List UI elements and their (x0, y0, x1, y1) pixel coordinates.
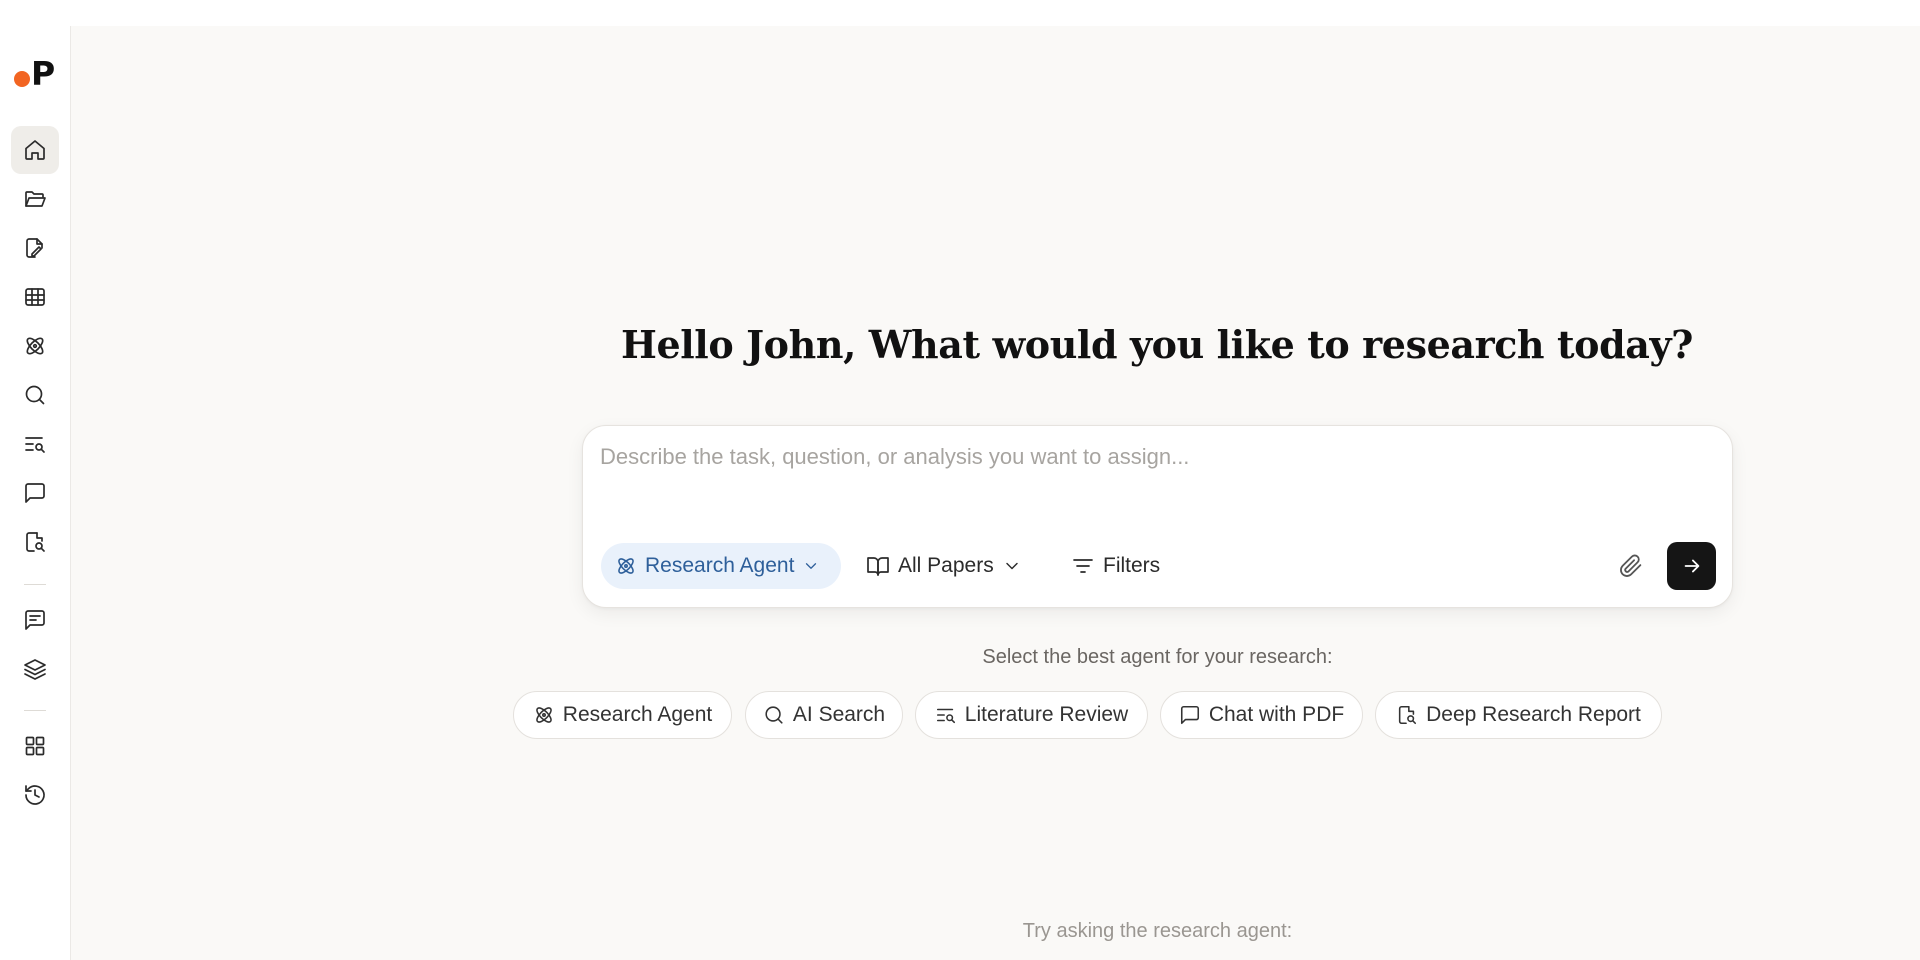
app-logo[interactable]: P (12, 56, 58, 96)
sidebar-item-deep-research-report[interactable] (11, 518, 59, 566)
agent-pill-label: Deep Research Report (1426, 703, 1641, 726)
top-strip (0, 0, 1920, 26)
message-square-icon (25, 483, 45, 503)
main-content: Hello John, What would you like to resea… (71, 26, 1920, 960)
agent-pill-literature-review[interactable]: Literature Review (915, 691, 1148, 739)
sidebar-item-layers[interactable] (11, 645, 59, 693)
book-open-icon (867, 557, 889, 576)
chevron-down-icon (806, 563, 817, 569)
attach-button[interactable] (1615, 550, 1647, 582)
sidebar-divider (24, 710, 46, 711)
sidebar-item-chat[interactable] (11, 469, 59, 517)
try-asking-prompt: Try asking the research agent: (1022, 920, 1293, 942)
search-icon (25, 385, 45, 405)
filter-lines-icon (1073, 559, 1093, 573)
page-title: Hello John, What would you like to resea… (620, 322, 1694, 367)
logo-dot (14, 71, 30, 87)
file-search-icon (1398, 705, 1417, 725)
message-square-text-icon (25, 610, 45, 630)
task-input[interactable] (600, 444, 1710, 514)
source-select[interactable]: All Papers (866, 543, 1022, 589)
paperclip-icon (1620, 554, 1642, 577)
sidebar: P (0, 26, 71, 960)
sidebar-item-home[interactable] (11, 126, 59, 174)
agent-select[interactable]: Research Agent (601, 543, 841, 589)
atom-icon (26, 337, 44, 355)
sidebar-item-folders[interactable] (11, 175, 59, 223)
sidebar-item-table[interactable] (11, 273, 59, 321)
search-icon (765, 706, 783, 724)
agent-pill-research-agent[interactable]: Research Agent (513, 691, 732, 739)
agent-pill-chat-with-pdf[interactable]: Chat with PDF (1160, 691, 1363, 739)
text-search-icon (936, 708, 955, 724)
filters-button[interactable]: Filters (1071, 543, 1160, 589)
layers-icon (24, 659, 46, 680)
agent-select-prompt: Select the best agent for your research: (982, 646, 1333, 668)
logo-letter: P (31, 54, 56, 93)
sidebar-item-edit-document[interactable] (11, 224, 59, 272)
table-icon (25, 288, 45, 306)
agent-pill-deep-research-report[interactable]: Deep Research Report (1375, 691, 1662, 739)
atom-icon (535, 707, 552, 723)
message-square-icon (1180, 705, 1199, 725)
agent-pill-label: Chat with PDF (1208, 703, 1345, 726)
agent-pill-ai-search[interactable]: AI Search (745, 691, 903, 739)
history-icon (25, 785, 45, 805)
sidebar-item-apps[interactable] (11, 722, 59, 770)
file-pen-icon (26, 238, 43, 258)
agent-pill-label: AI Search (792, 703, 886, 726)
sidebar-item-history[interactable] (11, 771, 59, 819)
agent-pill-label: Literature Review (964, 703, 1129, 726)
folder-open-icon (25, 191, 46, 207)
atom-icon (618, 558, 634, 574)
grid-icon (25, 736, 45, 756)
composer: Research Agent All Papers Filters (582, 425, 1733, 608)
source-select-label: All Papers (898, 554, 994, 577)
sidebar-item-ai-search[interactable] (11, 371, 59, 419)
sidebar-divider (24, 584, 46, 585)
agent-select-label: Research Agent (645, 554, 795, 577)
arrow-right-icon (1684, 559, 1699, 573)
home-icon (25, 140, 45, 160)
send-button[interactable] (1667, 542, 1716, 590)
text-search-icon (25, 437, 45, 453)
filters-label: Filters (1103, 554, 1161, 577)
chevron-down-icon (1006, 562, 1018, 570)
sidebar-item-research-agent[interactable] (11, 322, 59, 370)
sidebar-item-literature-review[interactable] (11, 420, 59, 468)
file-search-icon (26, 532, 45, 552)
sidebar-item-notes[interactable] (11, 596, 59, 644)
agent-pill-label: Research Agent (562, 703, 713, 726)
